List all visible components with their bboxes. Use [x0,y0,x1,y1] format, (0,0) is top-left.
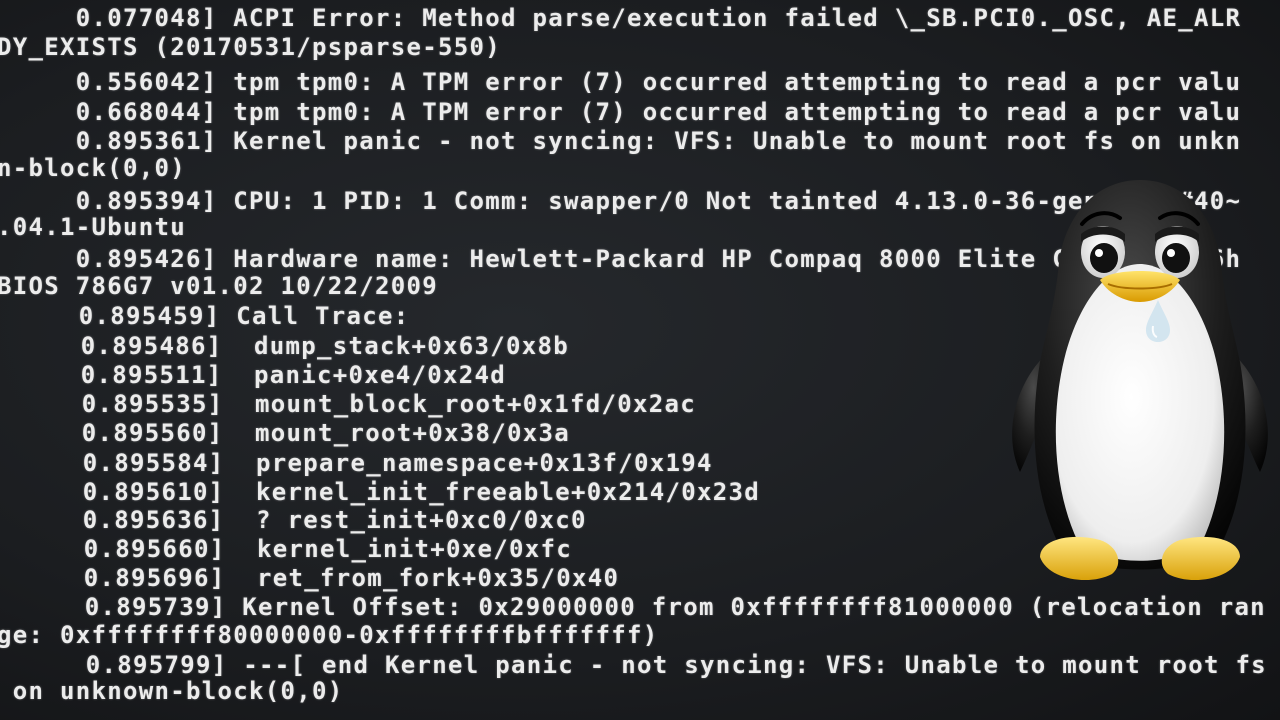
console-line-kernel-offset: 0.895739] Kernel Offset: 0x29000000 from… [6,593,1266,621]
console-line-trace-prepare-namespace: 0.895584] prepare_namespace+0x13f/0x194 [4,449,713,477]
console-line-kernel-panic: 0.895361] Kernel panic - not syncing: VF… [0,127,1242,155]
console-line-trace-mount-block-root: 0.895535] mount_block_root+0x1fd/0x2ac [3,390,696,418]
console-line-acpi-error-cont: DY_EXISTS (20170531/psparse-550) [0,33,501,61]
console-line-call-trace: 0.895459] Call Trace: [0,302,410,330]
console-line-trace-mount-root: 0.895560] mount_root+0x38/0x3a [3,419,570,447]
console-line-trace-ret-from-fork: 0.895696] ret_from_fork+0x35/0x40 [5,564,620,592]
sad-tux-penguin-icon [1012,180,1268,581]
console-line-acpi-error: 0.077048] ACPI Error: Method parse/execu… [0,4,1242,32]
console-line-trace-kernel-init-freeable: 0.895610] kernel_init_freeable+0x214/0x2… [4,478,760,506]
console-line-cpu-info-cont: .04.1-Ubuntu [0,213,186,241]
console-line-end-kernel-panic: 0.895799] ---[ end Kernel panic - not sy… [7,651,1267,679]
console-line-hardware-name-cont: BIOS 786G7 v01.02 10/22/2009 [0,272,438,300]
console-line-end-kernel-panic-cont: on unknown-block(0,0) [0,677,344,705]
console-line-trace-panic: 0.895511] panic+0xe4/0x24d [2,361,506,389]
kernel-panic-screen: 0.077048] ACPI Error: Method parse/execu… [0,0,1280,720]
console-line-trace-kernel-init: 0.895660] kernel_init+0xe/0xfc [5,535,572,563]
console-line-tpm-error-1: 0.556042] tpm tpm0: A TPM error (7) occu… [0,68,1242,96]
console-line-kernel-panic-cont: n-block(0,0) [0,154,186,182]
console-line-tpm-error-2: 0.668044] tpm tpm0: A TPM error (7) occu… [0,98,1242,126]
console-line-kernel-offset-cont: ge: 0xffffffff80000000-0xffffffffbffffff… [0,621,659,649]
console-line-trace-dump-stack: 0.895486] dump_stack+0x63/0x8b [2,332,569,360]
console-line-trace-rest-init: 0.895636] ? rest_init+0xc0/0xc0 [4,506,587,534]
